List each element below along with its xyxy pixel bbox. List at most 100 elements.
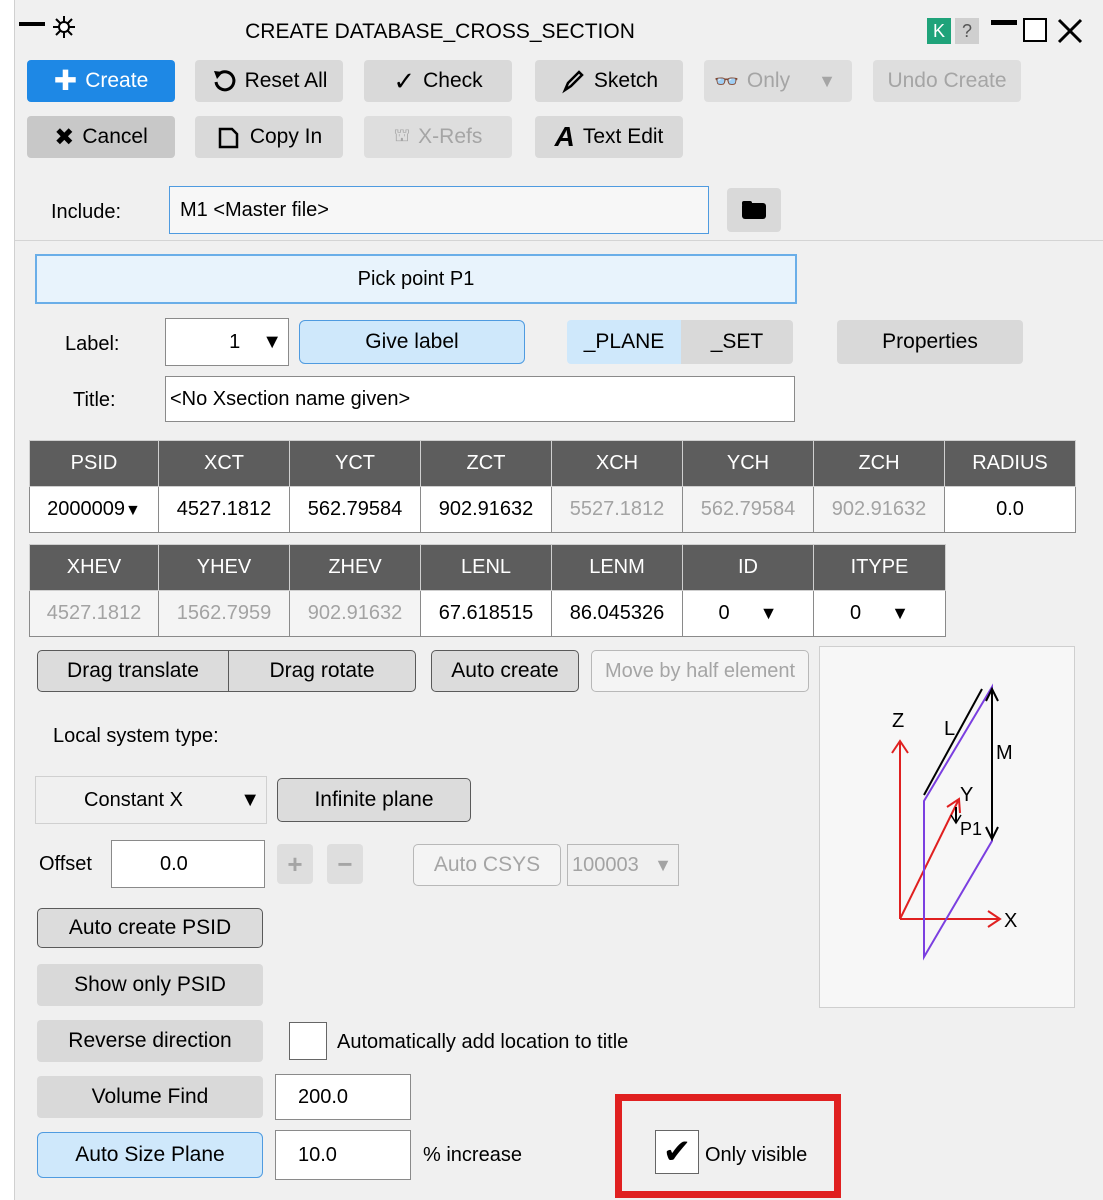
x-refs-button[interactable]: ⛫ X-Refs: [364, 116, 512, 158]
auto-csys-button[interactable]: Auto CSYS: [413, 844, 561, 886]
auto-size-field[interactable]: 10.0: [275, 1130, 411, 1180]
chevron-down-icon: ▼: [891, 603, 909, 623]
offset-field[interactable]: 0.0: [111, 840, 265, 888]
separator: [15, 240, 1103, 241]
reverse-direction-label: Reverse direction: [68, 1029, 232, 1052]
psid-cell[interactable]: 2000009▼: [29, 486, 159, 533]
volume-find-field[interactable]: 200.0: [275, 1074, 411, 1120]
zhev-cell: 902.91632: [289, 590, 421, 637]
local-system-dropdown[interactable]: Constant X ▼: [35, 776, 267, 824]
move-half-element-button[interactable]: Move by half element: [591, 650, 809, 692]
csys-dropdown[interactable]: 100003 ▼: [567, 844, 679, 886]
reset-all-button[interactable]: Reset All: [195, 60, 343, 102]
lenm-cell[interactable]: 86.045326: [551, 590, 683, 637]
include-field[interactable]: M1 <Master file>: [169, 186, 709, 234]
auto-create-psid-button[interactable]: Auto create PSID: [37, 908, 263, 948]
lenl-cell[interactable]: 67.618515: [420, 590, 552, 637]
xch-cell: 5527.1812: [551, 486, 683, 533]
col-ych: YCH: [682, 440, 814, 487]
itype-cell[interactable]: 0 ▼: [813, 590, 946, 637]
close-icon[interactable]: [1055, 16, 1085, 46]
give-label-text: Give label: [365, 330, 459, 353]
col-lenm: LENM: [551, 544, 683, 591]
sketch-button[interactable]: Sketch: [535, 60, 683, 102]
tab-set-label: _SET: [710, 330, 764, 353]
keyword-k-icon[interactable]: K: [927, 18, 951, 44]
include-label: Include:: [51, 201, 122, 223]
col-xhev: XHEV: [29, 544, 159, 591]
plus-icon: ✚: [53, 65, 78, 96]
id-cell[interactable]: 0 ▼: [682, 590, 814, 637]
col-itype: ITYPE: [813, 544, 946, 591]
col-xct: XCT: [158, 440, 290, 487]
properties-button[interactable]: Properties: [837, 320, 1023, 364]
only-dropdown[interactable]: 👓 Only ▼: [704, 60, 852, 102]
check-label: Check: [423, 69, 483, 92]
psid-value: 2000009: [47, 498, 126, 520]
title-field[interactable]: <No Xsection name given>: [165, 376, 795, 422]
zch-cell: 902.91632: [813, 486, 945, 533]
y-axis-label: Y: [960, 784, 973, 806]
check-button[interactable]: ✓ Check: [364, 60, 512, 102]
tree-icon: ⛫: [393, 125, 411, 145]
infinite-plane-button[interactable]: Infinite plane: [277, 778, 471, 822]
volume-find-label: Volume Find: [91, 1085, 209, 1108]
yct-cell[interactable]: 562.79584: [289, 486, 421, 533]
offset-value: 0.0: [160, 852, 188, 875]
maximize-icon[interactable]: [1023, 18, 1047, 42]
title-value: <No Xsection name given>: [170, 387, 411, 410]
label-label: Label:: [65, 333, 120, 355]
radius-cell[interactable]: 0.0: [944, 486, 1076, 533]
text-edit-button[interactable]: A Text Edit: [535, 116, 683, 158]
volume-find-button[interactable]: Volume Find: [37, 1076, 263, 1118]
show-only-psid-button[interactable]: Show only PSID: [37, 964, 263, 1006]
only-visible-checkbox[interactable]: ✔: [655, 1130, 699, 1174]
auto-size-plane-button[interactable]: Auto Size Plane: [37, 1132, 263, 1178]
drag-translate-label: Drag translate: [67, 659, 199, 682]
copy-icon: [218, 127, 239, 149]
col-id: ID: [682, 544, 814, 591]
x-icon: ✖: [54, 123, 75, 151]
checkmark-icon: ✓: [393, 65, 416, 96]
tab-set[interactable]: _SET: [681, 320, 793, 364]
cancel-button[interactable]: ✖ Cancel: [27, 116, 175, 158]
reverse-direction-button[interactable]: Reverse direction: [37, 1020, 263, 1062]
chevron-down-icon: ▼: [759, 603, 778, 623]
plus-icon: +: [287, 848, 303, 879]
binoculars-icon: 👓: [714, 70, 739, 93]
auto-create-button[interactable]: Auto create: [431, 650, 579, 692]
xct-cell[interactable]: 4527.1812: [158, 486, 290, 533]
volume-find-value: 200.0: [298, 1085, 349, 1108]
col-lenl: LENL: [420, 544, 552, 591]
tab-plane[interactable]: _PLANE: [567, 320, 681, 364]
offset-plus-button[interactable]: +: [277, 844, 313, 884]
col-psid: PSID: [29, 440, 159, 487]
x-refs-label: X-Refs: [418, 125, 483, 148]
col-zhev: ZHEV: [289, 544, 421, 591]
table-row: 2000009▼ 4527.1812 562.79584 902.91632 5…: [29, 486, 1076, 533]
offset-minus-button[interactable]: −: [327, 844, 363, 884]
cross-section-diagram: Z L M Y P1 X: [819, 646, 1075, 1008]
give-label-button[interactable]: Give label: [299, 320, 525, 364]
help-icon[interactable]: ?: [955, 18, 979, 44]
minimize-icon[interactable]: [991, 20, 1017, 25]
show-only-psid-label: Show only PSID: [74, 973, 226, 996]
x-axis-label: X: [1004, 910, 1017, 932]
m-label: M: [996, 742, 1013, 764]
create-button[interactable]: ✚ Create: [27, 60, 175, 102]
local-system-value: Constant X: [84, 788, 183, 811]
col-xch: XCH: [551, 440, 683, 487]
label-dropdown[interactable]: 1 ▼: [165, 318, 289, 366]
table-header-row: XHEV YHEV ZHEV LENL LENM ID ITYPE: [29, 544, 946, 591]
include-value: M1 <Master file>: [180, 198, 329, 221]
folder-button[interactable]: [727, 188, 781, 232]
drag-rotate-button[interactable]: Drag rotate: [228, 650, 416, 692]
yhev-cell: 1562.7959: [158, 590, 290, 637]
drag-translate-button[interactable]: Drag translate: [37, 650, 229, 692]
zct-cell[interactable]: 902.91632: [420, 486, 552, 533]
infinite-plane-label: Infinite plane: [314, 788, 434, 811]
copy-in-button[interactable]: Copy In: [195, 116, 343, 158]
undo-create-button[interactable]: Undo Create: [873, 60, 1021, 102]
auto-add-location-checkbox[interactable]: [289, 1022, 327, 1060]
tab-plane-label: _PLANE: [583, 330, 665, 353]
